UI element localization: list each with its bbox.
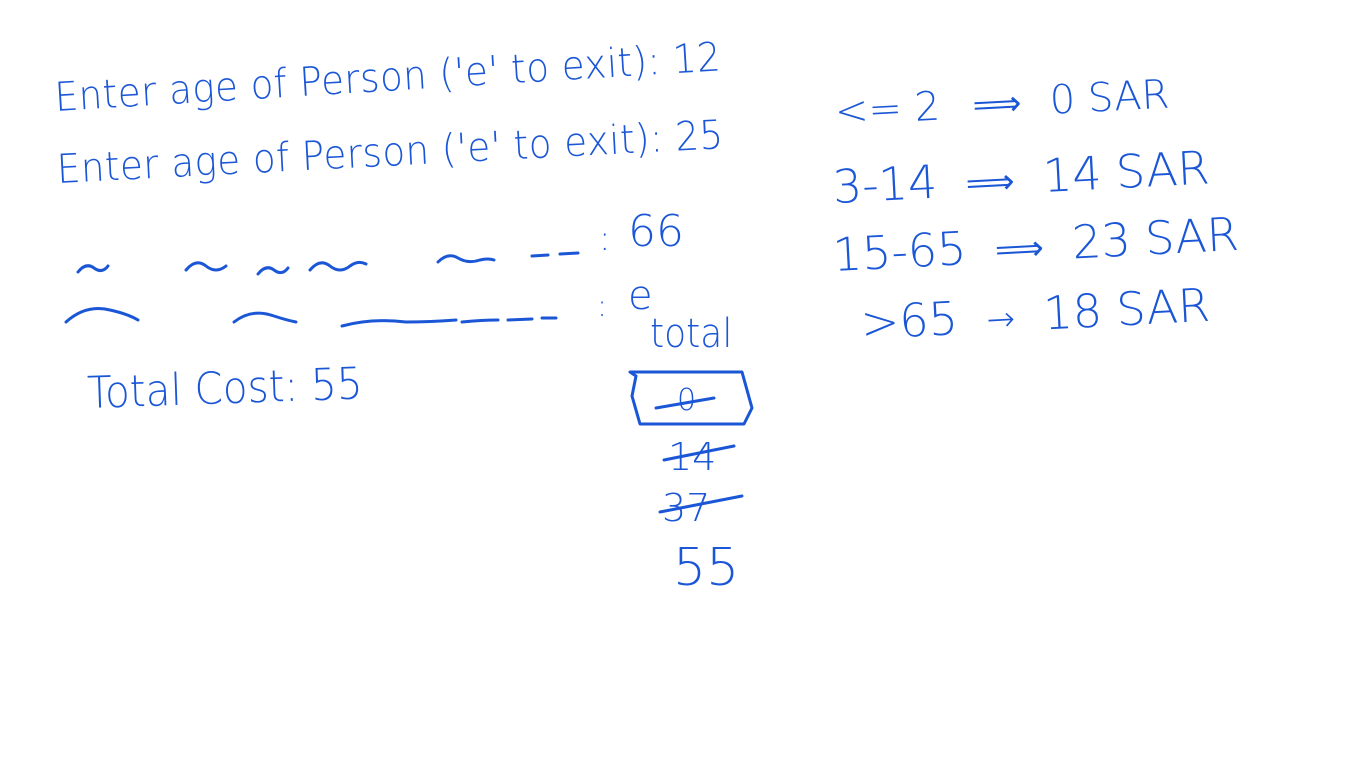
arrow-icon: →: [985, 298, 1017, 340]
whiteboard-canvas: Enter age of Person ('e' to exit): 12 En…: [0, 0, 1366, 768]
squiggle-stroke: [184, 261, 228, 272]
prompt-line-3-colon: :: [599, 219, 611, 259]
squiggle-stroke: [76, 264, 110, 274]
squiggle-stroke: [308, 260, 368, 272]
pricing-rule-4: >65 → 18 SAR: [859, 277, 1212, 350]
prompt-line-1: Enter age of Person ('e' to exit): 12: [53, 34, 723, 121]
pricing-rule-price: 14 SAR: [1041, 140, 1211, 203]
double-arrow-icon: ⟹: [994, 227, 1045, 271]
pricing-rule-2: 3-14 ⟹ 14 SAR: [831, 140, 1211, 214]
pricing-rule-price: 0 SAR: [1048, 71, 1171, 124]
pricing-rule-range: 15-65: [831, 221, 968, 282]
pricing-rule-1: <= 2 ⟹ 0 SAR: [833, 69, 1171, 135]
trace-value-2: 37: [662, 486, 711, 530]
trace-value-0: 0: [677, 383, 697, 418]
trace-value-3: 55: [673, 538, 740, 598]
pricing-rule-range: >65: [859, 290, 960, 350]
squiggle-stroke: [232, 311, 298, 324]
squiggle-stroke: [530, 253, 550, 258]
squiggle-stroke: [558, 251, 580, 256]
squiggle-stroke: [256, 266, 290, 276]
pricing-rule-range: <= 2: [833, 83, 942, 135]
squiggle-stroke: [340, 318, 458, 328]
squiggle-stroke: [506, 317, 534, 322]
trace-value-1: 14: [668, 435, 717, 479]
prompt-line-2: Enter age of Person ('e' to exit): 25: [55, 112, 725, 193]
squiggle-stroke: [436, 254, 496, 264]
double-arrow-icon: ⟹: [971, 82, 1023, 126]
total-cost-output: Total Cost: 55: [86, 358, 364, 419]
pricing-rule-range: 3-14: [831, 154, 939, 214]
prompt-line-4-value: e: [628, 273, 653, 319]
squiggle-stroke: [64, 307, 140, 324]
pricing-rule-price: 23 SAR: [1070, 206, 1240, 270]
trace-variable-label: total: [650, 311, 733, 357]
prompt-line-3-value: 66: [628, 206, 684, 257]
prompt-line-4-colon: :: [597, 289, 608, 324]
pricing-rule-3: 15-65 ⟹ 23 SAR: [831, 206, 1240, 282]
squiggle-stroke: [460, 318, 500, 324]
double-arrow-icon: ⟹: [964, 161, 1016, 204]
pricing-rule-price: 18 SAR: [1041, 277, 1212, 341]
